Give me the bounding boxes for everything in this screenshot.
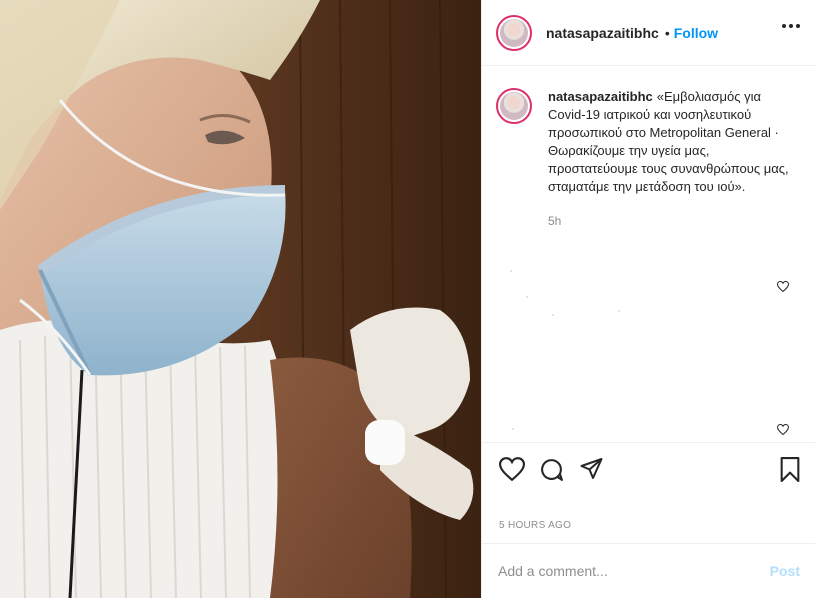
comment-input[interactable] (498, 563, 770, 579)
caption-avatar[interactable] (496, 88, 532, 124)
faded-comment-dot (512, 428, 514, 430)
more-options-icon[interactable] (782, 24, 800, 28)
heart-icon[interactable] (498, 457, 526, 486)
comment-form: Post (482, 543, 815, 598)
caption-block: natasapazaitibhc «Εμβολιασμός για Covid-1… (496, 88, 796, 230)
avatar[interactable] (496, 14, 532, 51)
faded-comment-dot (526, 296, 528, 298)
post-timestamp[interactable]: 5 HOURS AGO (499, 520, 571, 531)
faded-comment-dot (618, 310, 620, 312)
faded-comment-dot (510, 270, 512, 272)
post-photo[interactable] (0, 0, 481, 598)
follow-button[interactable]: Follow (674, 25, 718, 41)
comment-like-heart-icon[interactable] (776, 279, 790, 297)
action-bar (482, 442, 815, 500)
paper-plane-icon[interactable] (579, 457, 604, 486)
post-comment-button[interactable]: Post (770, 563, 800, 579)
faded-comment-dot (552, 314, 554, 316)
comment-bubble-icon[interactable] (539, 457, 564, 487)
caption-time[interactable]: 5h (548, 212, 792, 230)
post-header: natasapazaitibhc • Follow (482, 0, 815, 66)
comment-like-heart-icon[interactable] (776, 422, 790, 440)
header-username[interactable]: natasapazaitibhc (546, 25, 659, 41)
separator-dot: • (664, 24, 670, 41)
caption-username[interactable]: natasapazaitibhc (548, 89, 653, 104)
post-details-panel: natasapazaitibhc • Follow natasapazaitib… (481, 0, 815, 598)
bookmark-icon[interactable] (779, 457, 801, 487)
caption-text: «Εμβολιασμός για Covid-19 ιατρικού και ν… (548, 89, 789, 194)
